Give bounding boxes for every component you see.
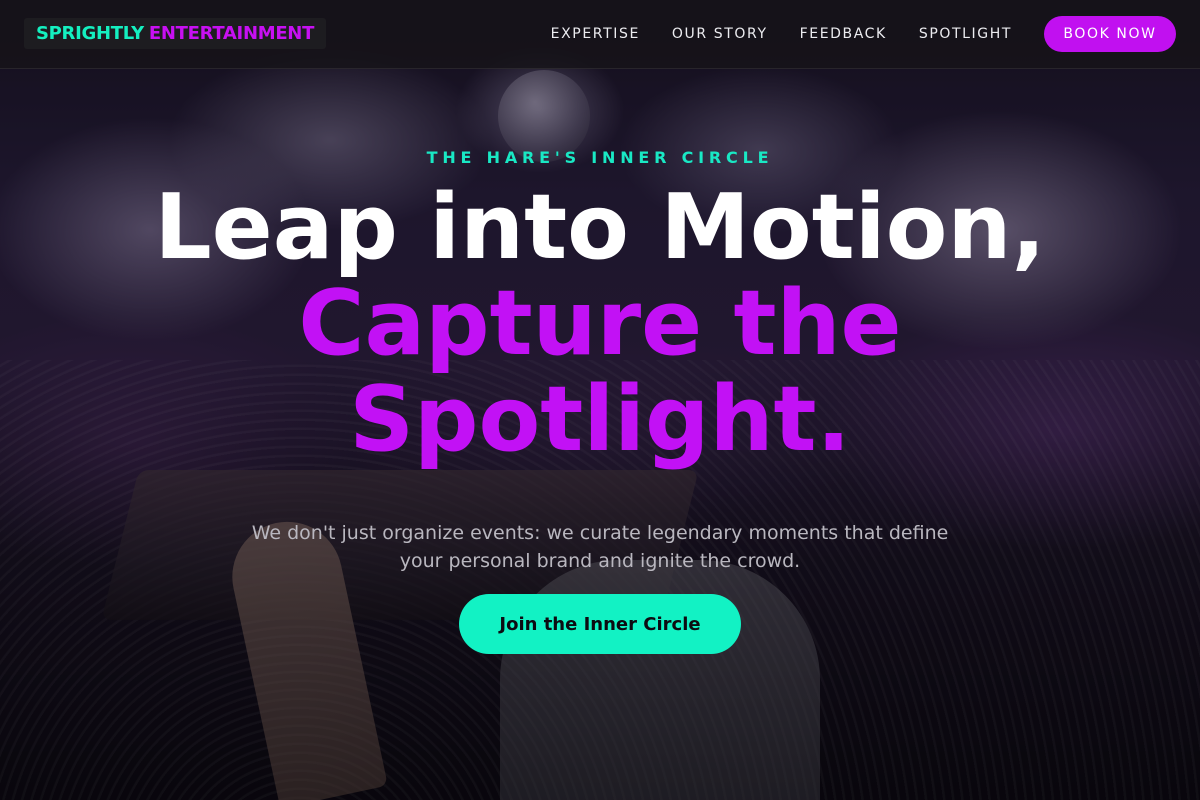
- book-now-button[interactable]: BOOK NOW: [1044, 16, 1176, 52]
- site-header: SPRIGHTLY ENTERTAINMENT EXPERTISE OUR ST…: [0, 0, 1200, 69]
- hero-eyebrow: THE HARE'S INNER CIRCLE: [426, 148, 774, 167]
- brand-logo[interactable]: SPRIGHTLY ENTERTAINMENT: [24, 18, 327, 49]
- headline-line-1: Leap into Motion,: [154, 175, 1046, 280]
- nav-link-feedback[interactable]: FEEDBACK: [800, 26, 887, 42]
- logo-text-primary: SPRIGHTLY: [36, 23, 144, 44]
- hero-headline: Leap into Motion, Capture the Spotlight.: [0, 180, 1200, 468]
- logo-text-secondary: ENTERTAINMENT: [148, 23, 315, 44]
- headline-line-2: Capture the: [298, 271, 902, 376]
- hero-subtext: We don't just organize events: we curate…: [251, 522, 949, 572]
- landing-page: SPRIGHTLY ENTERTAINMENT EXPERTISE OUR ST…: [0, 0, 1200, 800]
- join-inner-circle-button[interactable]: Join the Inner Circle: [459, 594, 741, 654]
- main-nav: EXPERTISE OUR STORY FEEDBACK SPOTLIGHT: [551, 0, 1012, 68]
- headline-line-3: Spotlight.: [349, 367, 851, 472]
- nav-link-expertise[interactable]: EXPERTISE: [551, 26, 640, 42]
- nav-link-our-story[interactable]: OUR STORY: [672, 26, 768, 42]
- hero-section: THE HARE'S INNER CIRCLE Leap into Motion…: [0, 0, 1200, 800]
- nav-link-spotlight[interactable]: SPOTLIGHT: [919, 26, 1012, 42]
